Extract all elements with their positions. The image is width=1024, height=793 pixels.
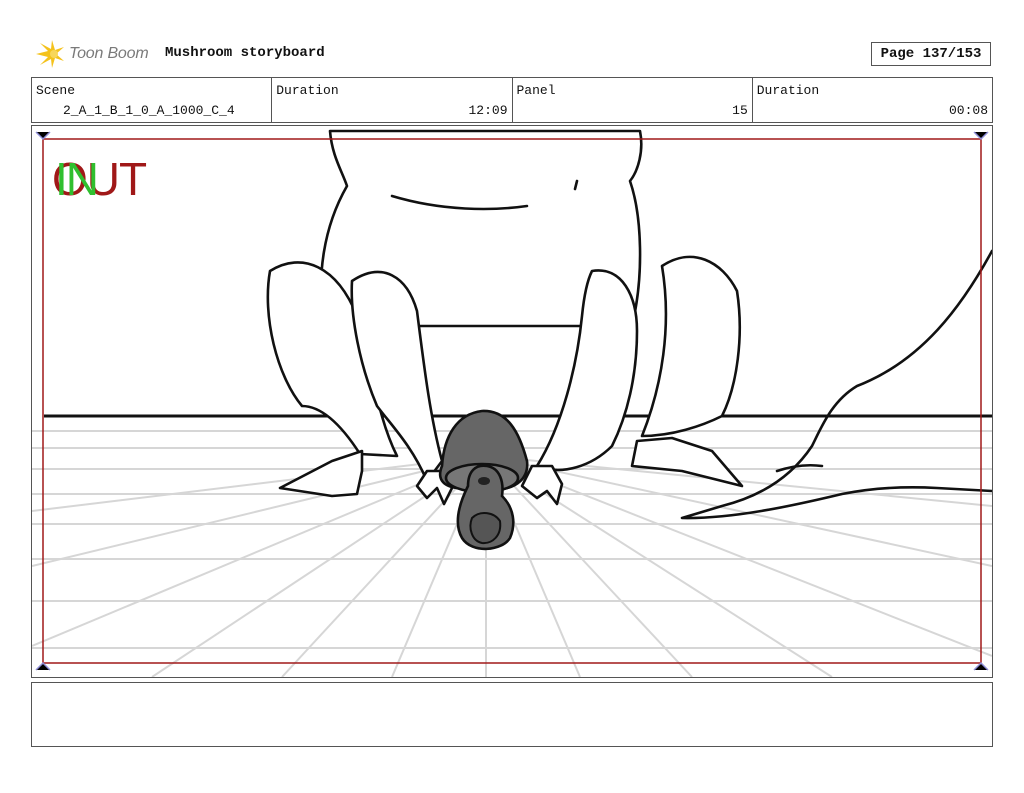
scene-info-table: Scene 2_A_1_B_1_0_A_1000_C_4 Duration 12… [31, 77, 993, 123]
mushroom-sketch [438, 409, 529, 551]
duration-label: Duration [276, 83, 339, 98]
panel-duration-label: Duration [756, 83, 820, 98]
brand-name: Toon Boom [69, 45, 149, 62]
panel-value: 15 [732, 103, 748, 118]
storyboard-panel: OUT IN [31, 125, 993, 678]
page-number: Page 137/153 [871, 42, 991, 66]
duration-cell: Duration 12:09 [272, 78, 513, 122]
scene-label: Scene [36, 83, 76, 98]
panel-cell: Panel 15 [513, 78, 753, 122]
panel-duration-cell: Duration 00:08 [753, 78, 992, 122]
toon-boom-logo: Toon Boom [34, 38, 149, 70]
document-title: Mushroom storyboard [165, 45, 325, 61]
in-marker: IN [55, 153, 99, 205]
starburst-icon [36, 40, 64, 68]
duration-value: 12:09 [468, 103, 508, 118]
creature-sketch [266, 129, 992, 520]
scene-cell: Scene 2_A_1_B_1_0_A_1000_C_4 [32, 78, 273, 122]
panel-label: Panel [516, 83, 556, 98]
panel-drawing [32, 129, 992, 677]
panel-duration-value: 00:08 [948, 103, 988, 118]
scene-value: 2_A_1_B_1_0_A_1000_C_4 [63, 103, 235, 118]
notes-box [31, 682, 993, 747]
